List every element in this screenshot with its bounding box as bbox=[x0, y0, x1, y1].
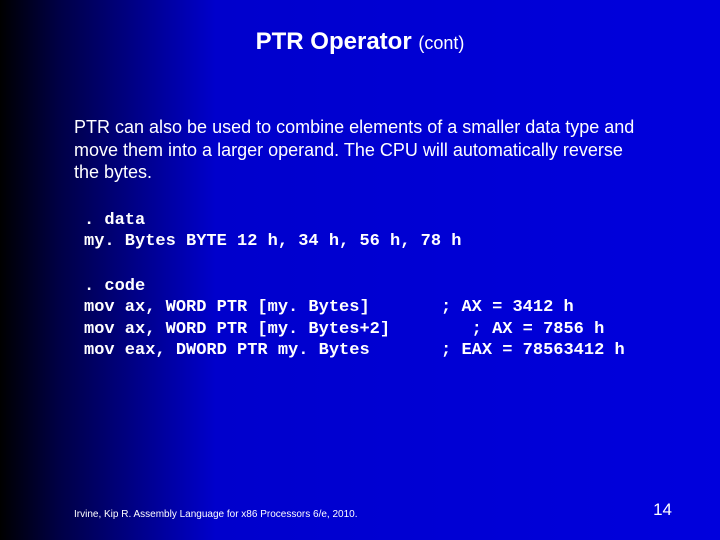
description-text: PTR can also be used to combine elements… bbox=[0, 56, 720, 184]
footer-citation: Irvine, Kip R. Assembly Language for x86… bbox=[74, 509, 358, 520]
code-code-section: . code mov ax, WORD PTR [my. Bytes] ; AX… bbox=[0, 252, 720, 361]
slide-title: PTR Operator (cont) bbox=[0, 0, 720, 56]
title-sub: (cont) bbox=[418, 33, 464, 53]
title-main: PTR Operator bbox=[256, 28, 412, 55]
code-data-section: . data my. Bytes BYTE 12 h, 34 h, 56 h, … bbox=[0, 184, 720, 253]
page-number: 14 bbox=[653, 500, 672, 520]
